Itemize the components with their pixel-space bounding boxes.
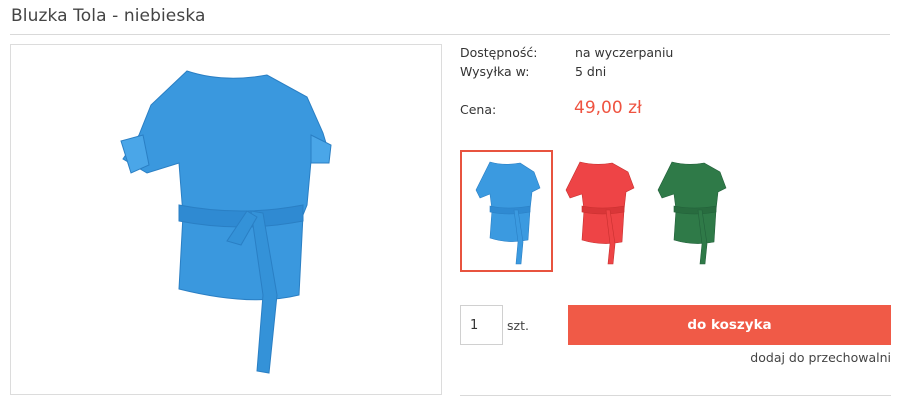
green-blouse-thumbnail-image [657,161,727,265]
variant-thumbnail-blue[interactable] [460,150,553,272]
availability-value: na wyczerpaniu [575,45,674,60]
product-main-image[interactable] [10,44,442,395]
shipping-label: Wysyłka w: [460,64,530,79]
red-blouse-thumbnail-image [565,161,635,265]
add-to-cart-button[interactable]: do koszyka [568,305,891,345]
blue-blouse-thumbnail-image [475,161,541,265]
quantity-unit: szt. [507,318,529,333]
variant-thumbnail-green[interactable] [646,150,739,272]
price-value: 49,00 zł [574,98,642,118]
add-to-wishlist-link[interactable]: dodaj do przechowalni [750,350,891,365]
availability-label: Dostępność: [460,45,538,60]
bottom-divider [460,395,891,396]
variant-thumbnail-red[interactable] [554,150,647,272]
product-title: Bluzka Tola - niebieska [11,6,206,26]
blouse-image [120,70,332,374]
shipping-value: 5 dni [575,64,607,79]
title-divider [10,34,890,35]
price-label: Cena: [460,102,497,117]
quantity-input[interactable] [460,305,503,345]
